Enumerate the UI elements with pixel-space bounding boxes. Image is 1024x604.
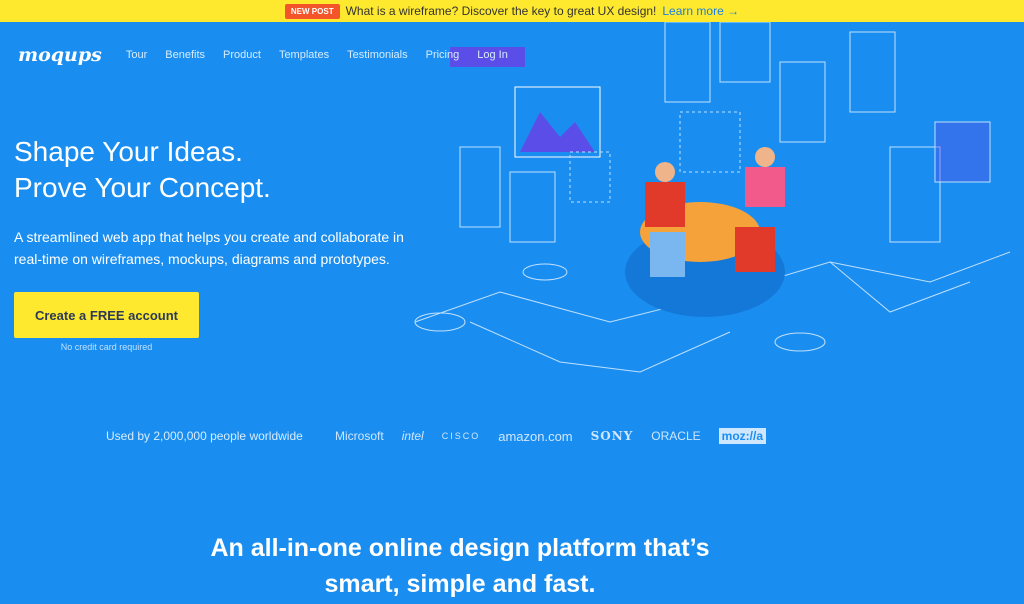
hero-lead: A streamlined web app that helps you cre…	[14, 229, 404, 267]
sony-logo: SONY	[590, 429, 634, 443]
hero-title: Shape Your Ideas. Prove Your Concept.	[14, 134, 271, 206]
oracle-logo: ORACLE	[651, 429, 701, 443]
nav-tour[interactable]: Tour	[126, 49, 147, 61]
create-account-button[interactable]: Create a FREE account	[14, 292, 199, 338]
tagline: An all-in-one online design platform tha…	[0, 530, 920, 602]
tagline-line-1: An all-in-one online design platform tha…	[210, 534, 710, 562]
title-line-2: Prove Your Concept.	[14, 172, 271, 203]
learn-more-link[interactable]: Learn more →	[662, 4, 739, 18]
banner-text: What is a wireframe? Discover the key to…	[345, 4, 657, 18]
announcement-banner[interactable]: NEW POST What is a wireframe? Discover t…	[0, 0, 1024, 22]
nav-templates[interactable]: Templates	[279, 49, 329, 61]
amazon-logo: amazon.com	[498, 428, 573, 444]
client-logos: Microsoft intel CISCO amazon.com SONY OR…	[335, 428, 766, 444]
nav-benefits[interactable]: Benefits	[165, 49, 205, 61]
nav-pricing[interactable]: Pricing	[426, 49, 460, 61]
nav-product[interactable]: Product	[223, 49, 261, 61]
nav-testimonials[interactable]: Testimonials	[347, 49, 408, 61]
title-line-1: Shape Your Ideas.	[14, 136, 243, 167]
intel-logo: intel	[401, 429, 424, 443]
hero-illustration	[414, 22, 1011, 373]
nav-login[interactable]: Log In	[477, 49, 508, 61]
new-post-badge: NEW POST	[284, 3, 340, 19]
main-nav: moqups Tour Benefits Product Templates T…	[18, 44, 526, 66]
mozilla-logo: moz://a	[718, 428, 766, 444]
logo[interactable]: moqups	[18, 44, 102, 66]
microsoft-logo: Microsoft	[335, 429, 384, 443]
tagline-line-2: smart, simple and fast.	[324, 570, 596, 598]
no-credit-card-note: No credit card required	[60, 342, 153, 352]
cisco-logo: CISCO	[441, 431, 481, 441]
clients-label: Used by 2,000,000 people worldwide	[106, 429, 303, 443]
